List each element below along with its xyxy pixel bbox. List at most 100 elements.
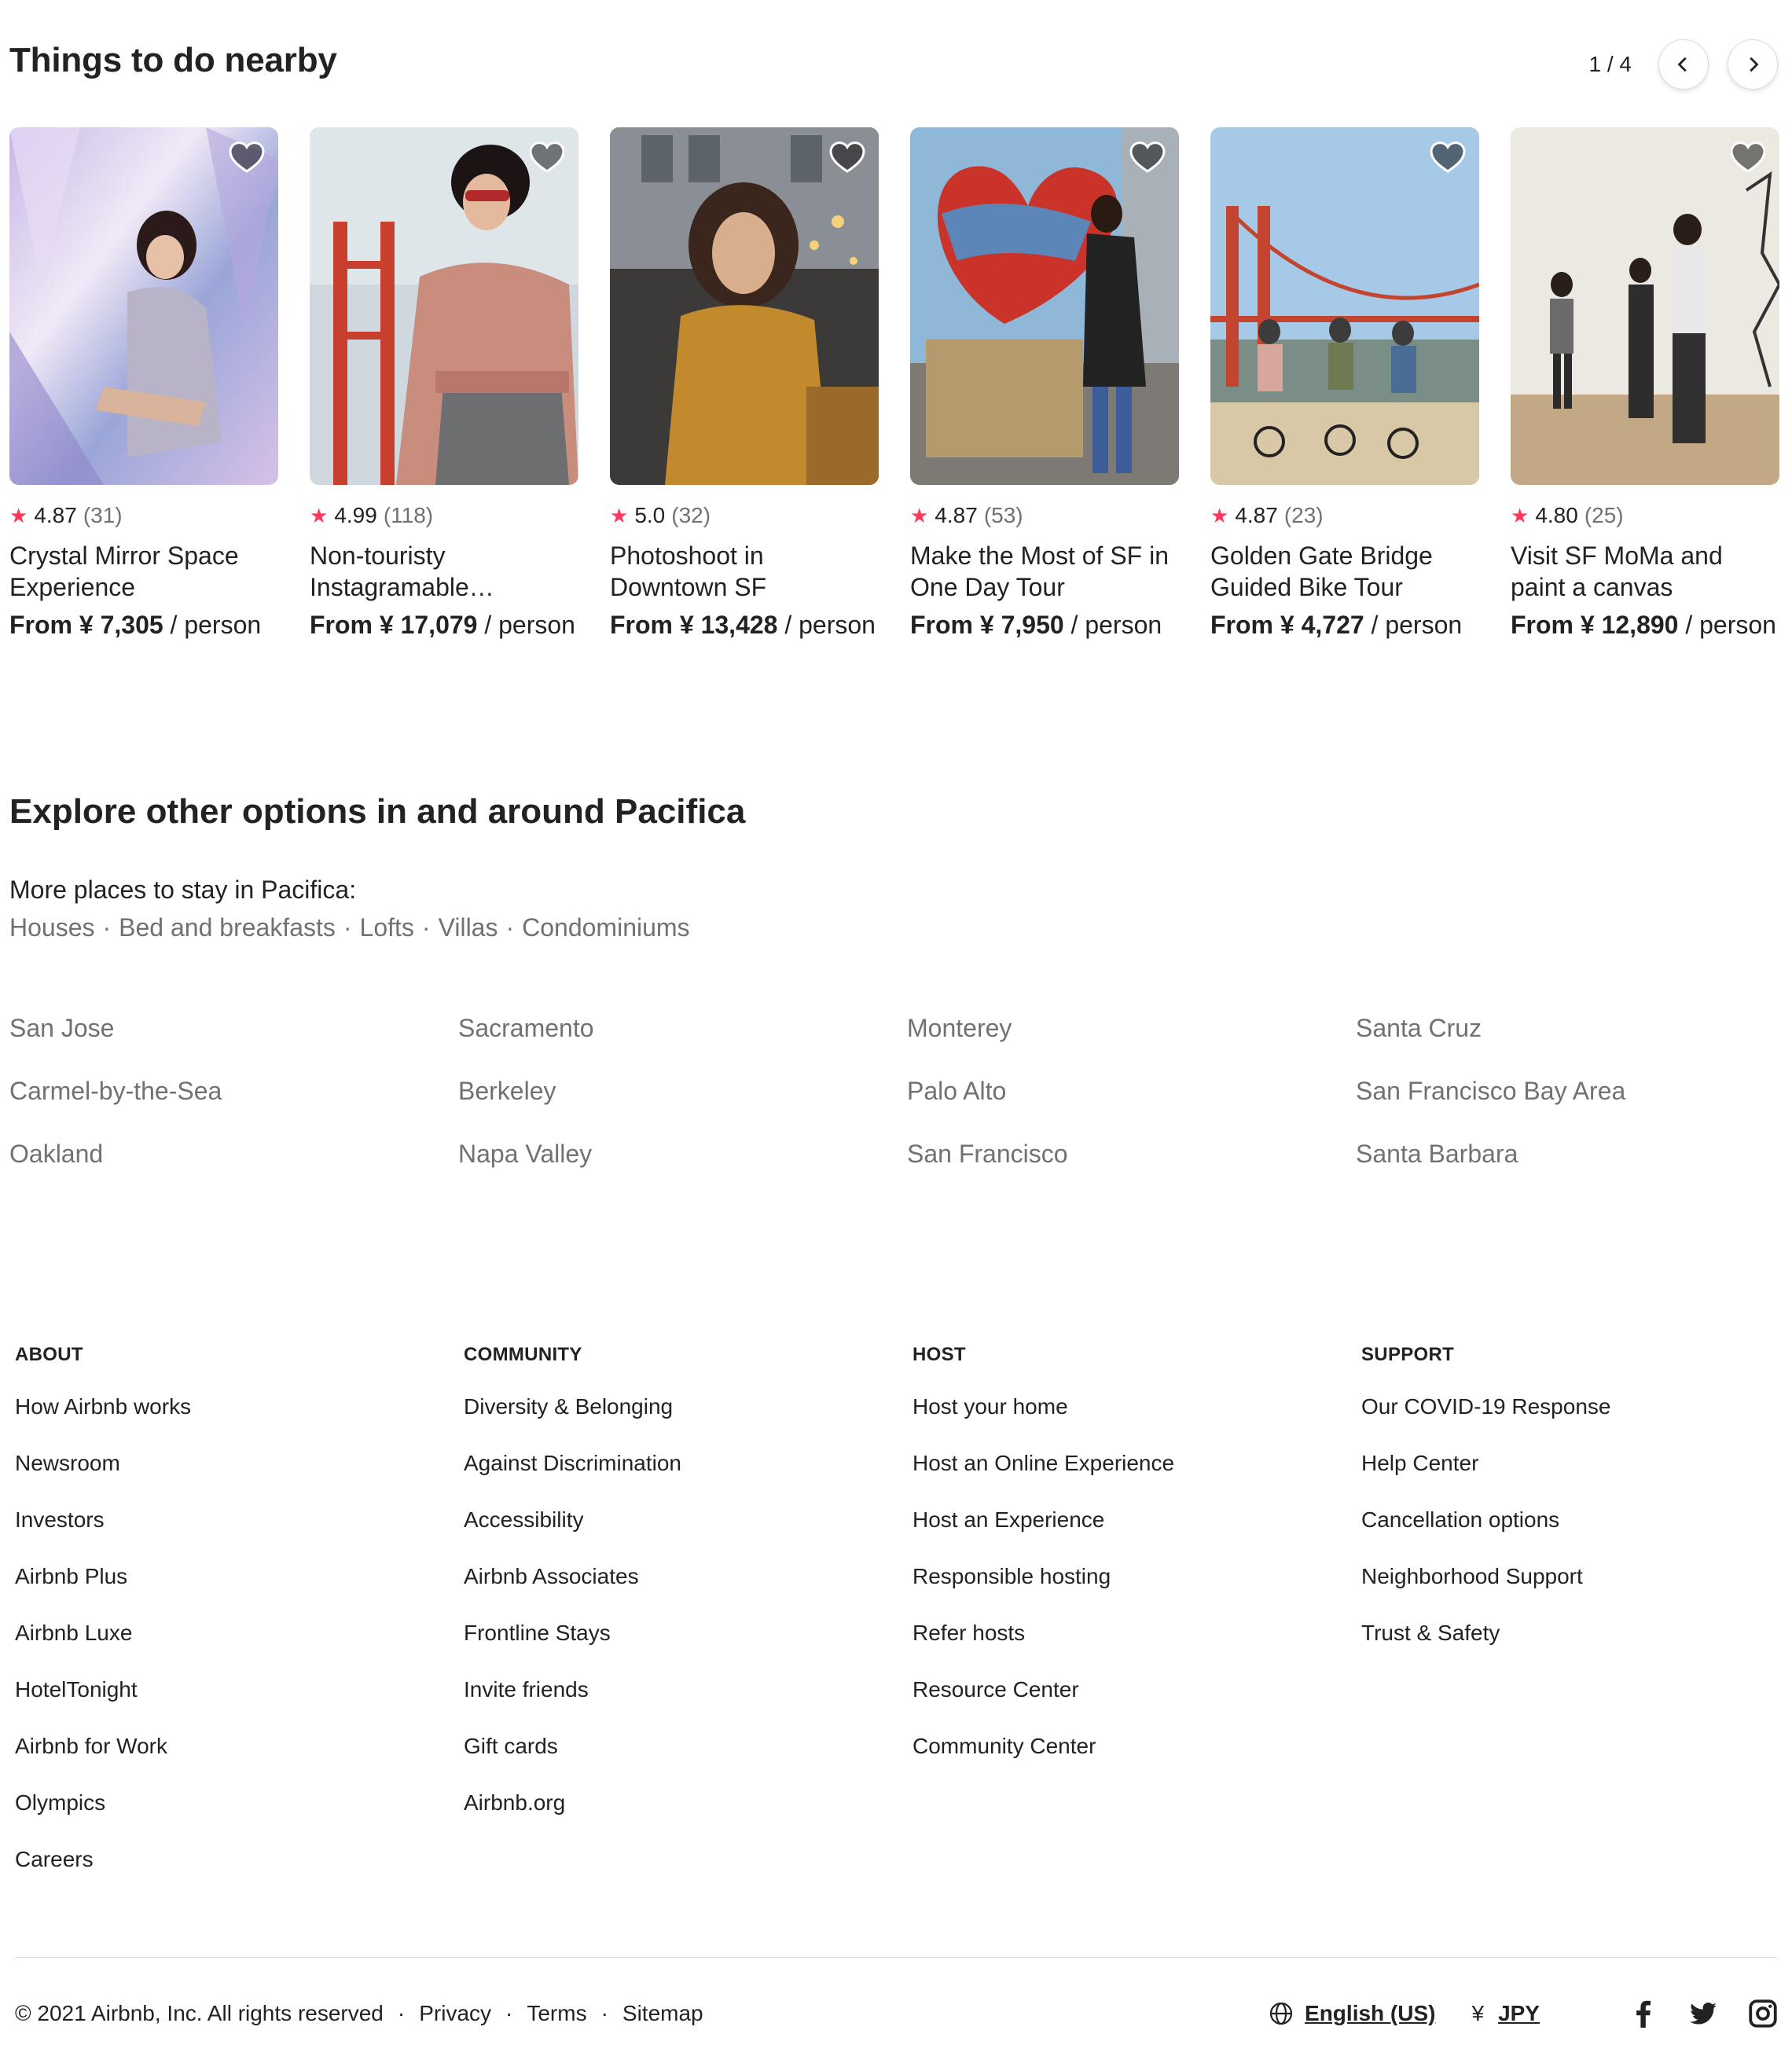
footer-link[interactable]: Airbnb Luxe [15,1621,464,1677]
city-link[interactable]: Sacramento [458,1014,907,1042]
city-link[interactable]: Carmel-by-the-Sea [9,1077,458,1105]
star-icon: ★ [9,504,28,527]
footer-link[interactable]: Against Discrimination [464,1451,913,1507]
experience-card[interactable]: ★ 4.87 (31) Crystal Mirror Space Experie… [9,127,278,640]
footer-link[interactable]: Airbnb for Work [15,1734,464,1790]
experience-price: From ¥ 12,890 / person [1511,611,1779,640]
footer-link[interactable]: Community Center [913,1734,1361,1790]
footer-link[interactable]: Diversity & Belonging [464,1394,913,1451]
instagram-icon[interactable] [1749,1999,1777,2028]
heart-icon[interactable] [1129,138,1166,176]
city-link[interactable]: San Jose [9,1014,458,1042]
footer-link[interactable]: Host an Online Experience [913,1451,1361,1507]
sitemap-link[interactable]: Sitemap [622,2001,703,2026]
footer-link[interactable]: Invite friends [464,1677,913,1734]
footer-link[interactable]: How Airbnb works [15,1394,464,1451]
price-amount: From ¥ 4,727 [1210,611,1364,639]
next-button[interactable] [1728,39,1778,90]
heart-icon[interactable] [528,138,566,176]
heart-icon[interactable] [828,138,866,176]
experience-card[interactable]: ★ 4.87 (23) Golden Gate Bridge Guided Bi… [1210,127,1479,640]
rating-value: 4.80 [1535,503,1578,527]
rating-value: 4.87 [935,503,978,527]
privacy-link[interactable]: Privacy [419,2001,491,2026]
experience-card[interactable]: ★ 4.80 (25) Visit SF MoMa and paint a ca… [1511,127,1779,640]
heart-icon[interactable] [228,138,266,176]
footer-link[interactable]: Investors [15,1507,464,1564]
place-type-link[interactable]: Lofts [360,913,414,942]
footer-link[interactable]: Host an Experience [913,1507,1361,1564]
facebook-icon[interactable] [1629,1999,1658,2028]
footer-link[interactable]: Trust & Safety [1361,1621,1792,1677]
place-type-link[interactable]: Bed and breakfasts [119,913,336,942]
experience-card[interactable]: ★ 4.99 (118) Non-touristy Instagramable…… [310,127,578,640]
rating: ★ 4.99 (118) [310,502,578,529]
separator: · [505,913,515,942]
heart-icon[interactable] [1729,138,1767,176]
heart-icon[interactable] [1429,138,1467,176]
price-unit: / person [1678,611,1776,639]
footer-link[interactable]: Careers [15,1847,464,1904]
place-type-link[interactable]: Condominiums [522,913,689,942]
separator: · [102,913,112,942]
footer-link[interactable]: Neighborhood Support [1361,1564,1792,1621]
experience-title: Photoshoot in Downtown SF [610,542,767,601]
star-icon: ★ [1511,504,1529,527]
city-link[interactable]: Santa Barbara [1356,1140,1792,1168]
footer-link[interactable]: Help Center [1361,1451,1792,1507]
globe-icon [1269,2002,1293,2025]
footer-link[interactable]: Airbnb Associates [464,1564,913,1621]
chevron-left-icon [1677,57,1687,72]
footer-link[interactable]: Refer hosts [913,1621,1361,1677]
footer-column-host: HOST Host your home Host an Online Exper… [913,1344,1361,1904]
price-unit: / person [163,611,262,639]
currency-selector[interactable]: ¥ JPY [1471,2001,1540,2026]
city-link[interactable]: Oakland [9,1140,458,1168]
currency-symbol: ¥ [1471,2001,1485,2025]
footer-link[interactable]: Responsible hosting [913,1564,1361,1621]
footer-link[interactable]: Our COVID-19 Response [1361,1394,1792,1451]
experience-price: From ¥ 7,305 / person [9,611,278,640]
city-link[interactable]: San Francisco Bay Area [1356,1077,1792,1105]
footer-link[interactable]: Frontline Stays [464,1621,913,1677]
legal-links: © 2021 Airbnb, Inc. All rights reserved … [15,2001,703,2026]
footer-link[interactable]: Newsroom [15,1451,464,1507]
experience-price: From ¥ 13,428 / person [610,611,879,640]
experience-photo [610,127,879,485]
rating: ★ 4.87 (23) [1210,502,1479,529]
experience-card[interactable]: ★ 5.0 (32) Photoshoot in Downtown SF Fro… [610,127,879,640]
review-count: (32) [671,503,711,527]
chevron-right-icon [1750,57,1759,72]
city-link[interactable]: Palo Alto [907,1077,1356,1105]
footer-link[interactable]: Host your home [913,1394,1361,1451]
terms-link[interactable]: Terms [527,2001,586,2026]
rating-value: 5.0 [634,503,666,527]
rating: ★ 4.80 (25) [1511,502,1779,529]
city-link[interactable]: Monterey [907,1014,1356,1042]
city-link[interactable]: San Francisco [907,1140,1356,1168]
experience-card[interactable]: ★ 4.87 (53) Make the Most of SF in One D… [910,127,1179,640]
footer-link[interactable]: Olympics [15,1790,464,1847]
twitter-icon[interactable] [1689,1999,1717,2028]
review-count: (23) [1283,503,1324,527]
place-type-link[interactable]: Villas [439,913,498,942]
separator: · [600,2001,608,2025]
rating-value: 4.87 [34,503,77,527]
footer-link[interactable]: Accessibility [464,1507,913,1564]
page: Things to do nearby 1 / 4 ★ 4.87 (31) Cr… [0,0,1792,2067]
star-icon: ★ [910,504,929,527]
city-link[interactable]: Berkeley [458,1077,907,1105]
place-type-link[interactable]: Houses [9,913,95,942]
footer-link[interactable]: Gift cards [464,1734,913,1790]
footer-link[interactable]: Cancellation options [1361,1507,1792,1564]
footer-link[interactable]: Airbnb.org [464,1790,913,1847]
language-selector[interactable]: English (US) [1269,2001,1435,2026]
city-link[interactable]: Santa Cruz [1356,1014,1792,1042]
star-icon: ★ [610,504,629,527]
things-to-do-title: Things to do nearby [9,41,337,79]
city-link[interactable]: Napa Valley [458,1140,907,1168]
footer-link[interactable]: Airbnb Plus [15,1564,464,1621]
footer-link[interactable]: HotelTonight [15,1677,464,1734]
previous-button[interactable] [1658,39,1709,90]
footer-link[interactable]: Resource Center [913,1677,1361,1734]
